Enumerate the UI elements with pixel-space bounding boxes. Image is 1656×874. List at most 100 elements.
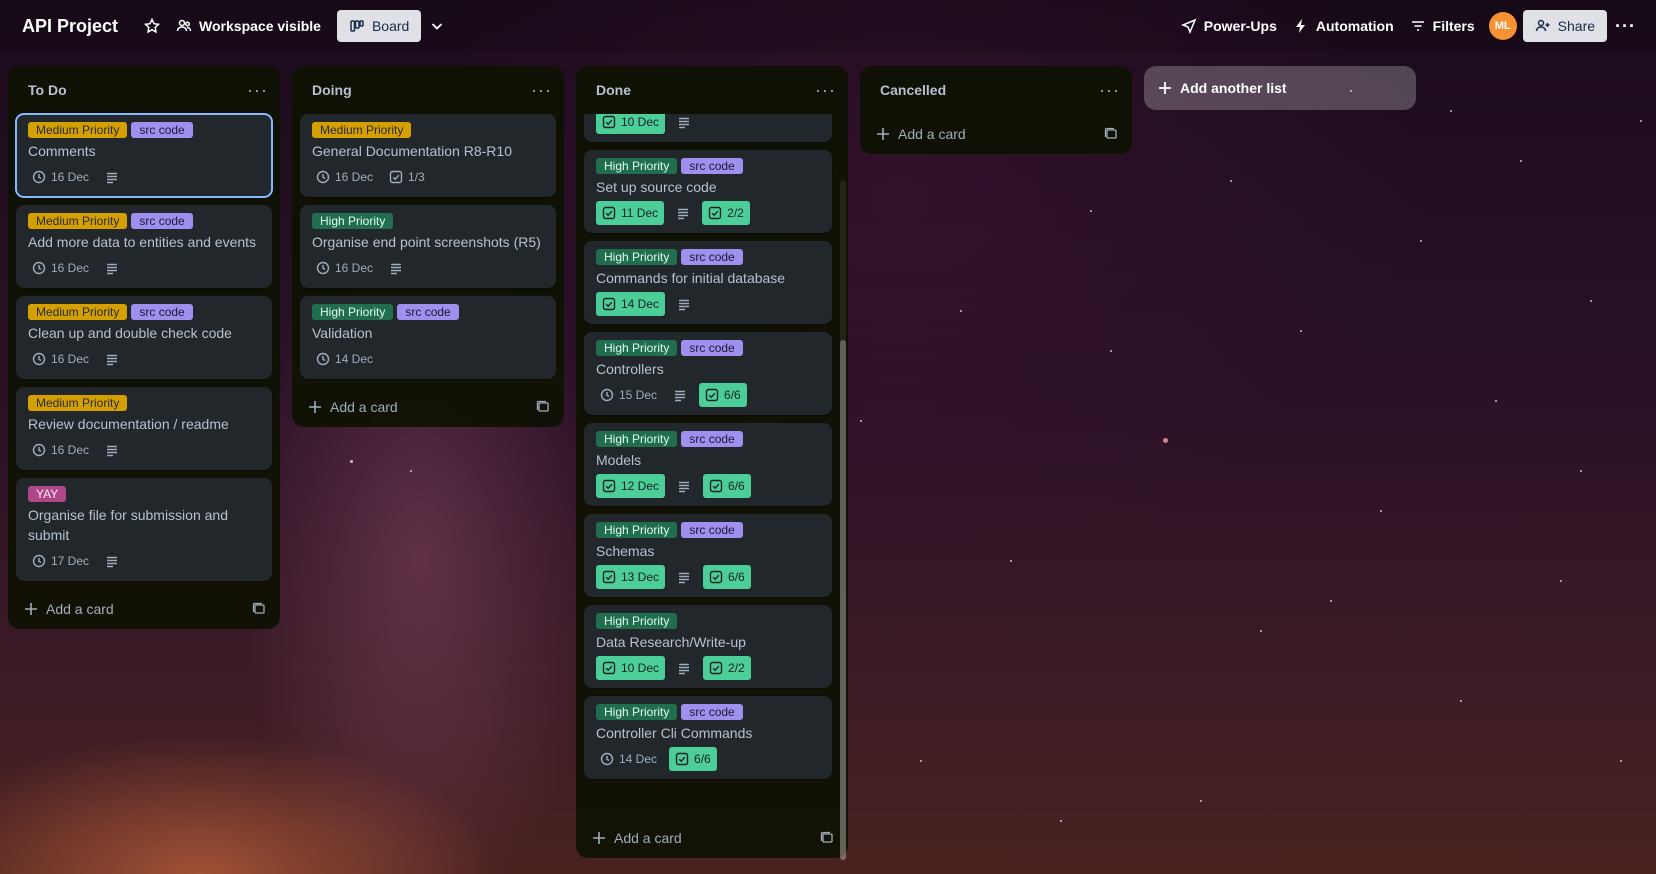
avatar[interactable]: ML <box>1488 12 1517 40</box>
card-label[interactable]: High Priority <box>312 304 394 320</box>
card[interactable]: High Priority src code Models 12 Dec 6/6 <box>584 423 832 506</box>
due-date-badge[interactable]: 17 Dec <box>28 549 93 573</box>
card[interactable]: High Priority src code Controllers 15 Dec 6/… <box>584 332 832 415</box>
power-ups-label: Power-Ups <box>1203 18 1277 34</box>
add-card-button[interactable]: Add a card <box>8 589 280 629</box>
add-list-button[interactable]: Add another list <box>1144 66 1416 110</box>
card-label[interactable]: src code <box>131 122 193 138</box>
due-date-text: 10 Dec <box>621 115 660 129</box>
card-label[interactable]: src code <box>131 213 193 229</box>
due-date-badge[interactable]: 14 Dec <box>312 347 377 371</box>
card[interactable]: Medium Priority General Documentation R8-… <box>300 114 556 197</box>
card[interactable]: High Priority src code Commands for initia… <box>584 241 832 324</box>
card-badges: 12 Dec 6/6 <box>596 474 820 498</box>
due-date-text: 16 Dec <box>51 170 90 184</box>
card-label[interactable]: High Priority <box>312 213 394 229</box>
card-label[interactable]: Medium Priority <box>28 213 128 229</box>
card-labels: High Priority <box>596 613 820 629</box>
list-title[interactable]: Cancelled <box>880 82 946 98</box>
scrollbar-thumb[interactable] <box>840 340 846 860</box>
list-menu-icon[interactable]: ··· <box>531 81 552 99</box>
card-title: Schemas <box>596 543 655 559</box>
board-view-button[interactable]: Board <box>336 10 422 42</box>
view-switcher-button[interactable] <box>421 10 453 42</box>
due-date-badge[interactable]: 16 Dec <box>28 165 93 189</box>
template-icon[interactable] <box>820 831 834 845</box>
card-label[interactable]: src code <box>397 304 459 320</box>
card-label[interactable]: Medium Priority <box>312 122 412 138</box>
checklist-icon <box>602 479 616 493</box>
due-date-text: 17 Dec <box>51 554 90 568</box>
due-date-badge[interactable]: 16 Dec <box>312 256 377 280</box>
board-view-label: Board <box>371 18 410 34</box>
due-date-badge[interactable]: 14 Dec <box>596 292 666 316</box>
list-title[interactable]: To Do <box>28 82 67 98</box>
list-menu-icon[interactable]: ··· <box>1099 81 1120 99</box>
card[interactable]: Medium Priority src code Add more data to … <box>16 205 272 288</box>
card-label[interactable]: src code <box>681 158 743 174</box>
due-date-badge[interactable]: 16 Dec <box>312 165 377 189</box>
due-date-badge[interactable]: 10 Dec <box>596 656 666 680</box>
workspace-visibility-button[interactable]: Workspace visible <box>168 10 329 42</box>
list-menu-icon[interactable]: ··· <box>815 81 836 99</box>
template-icon[interactable] <box>1104 127 1118 141</box>
template-icon[interactable] <box>536 400 550 414</box>
power-ups-button[interactable]: Power-Ups <box>1173 10 1285 42</box>
card-label[interactable]: src code <box>681 431 743 447</box>
board-menu-button[interactable]: ··· <box>1607 10 1644 42</box>
due-date-badge[interactable]: 11 Dec <box>596 201 665 225</box>
card-label[interactable]: High Priority <box>596 522 678 538</box>
card[interactable]: High Priority Organise end point screensh… <box>300 205 556 288</box>
card-label[interactable]: Medium Priority <box>28 304 128 320</box>
card-label[interactable]: Medium Priority <box>28 395 128 411</box>
filters-button[interactable]: Filters <box>1402 10 1483 42</box>
due-date-badge[interactable]: 10 Dec <box>596 114 666 134</box>
card[interactable]: High Priority src code Set up source code 1… <box>584 150 832 233</box>
due-date-badge[interactable]: 16 Dec <box>28 256 93 280</box>
due-date-badge[interactable]: 12 Dec <box>596 474 666 498</box>
card-label[interactable]: High Priority <box>596 249 678 265</box>
card-title: Data Research/Write-up <box>596 634 746 650</box>
card-label[interactable]: YAY <box>28 486 67 502</box>
board-title[interactable]: API Project <box>22 16 118 37</box>
scrollbar[interactable] <box>840 180 846 860</box>
card[interactable]: High Priority src code Schemas 13 Dec 6/6 <box>584 514 832 597</box>
add-card-button[interactable]: Add a card <box>860 114 1132 154</box>
card[interactable]: Medium Priority src code Comments 16 Dec <box>15 113 273 198</box>
card-label[interactable]: src code <box>681 249 743 265</box>
clock-icon <box>32 554 46 568</box>
list-menu-icon[interactable]: ··· <box>247 81 268 99</box>
card-title: Validation <box>312 325 373 341</box>
due-date-badge[interactable]: 13 Dec <box>596 565 666 589</box>
card[interactable]: High Priority src code Controller Cli Comm… <box>584 696 832 779</box>
add-card-button[interactable]: Add a card <box>576 818 848 858</box>
card-label[interactable]: High Priority <box>596 613 678 629</box>
card-label[interactable]: Medium Priority <box>28 122 128 138</box>
card[interactable]: Medium Priority src code Clean up and doub… <box>16 296 272 379</box>
card-label[interactable]: src code <box>131 304 193 320</box>
card[interactable]: High Priority Data Research/Write-up 10 De… <box>584 605 832 688</box>
list-title[interactable]: Doing <box>312 82 352 98</box>
card[interactable]: YAY Organise file for submission and subm… <box>16 478 272 581</box>
card[interactable]: Database Model10 Dec <box>584 114 832 142</box>
due-date-badge[interactable]: 14 Dec <box>596 747 661 771</box>
list-title[interactable]: Done <box>596 82 631 98</box>
card[interactable]: Medium Priority Review documentation / re… <box>16 387 272 470</box>
due-date-badge[interactable]: 16 Dec <box>28 438 93 462</box>
share-button[interactable]: Share <box>1522 10 1608 42</box>
card-label[interactable]: src code <box>681 704 743 720</box>
card-label[interactable]: High Priority <box>596 431 678 447</box>
add-card-button[interactable]: Add a card <box>292 387 564 427</box>
card-label[interactable]: High Priority <box>596 340 678 356</box>
card-label[interactable]: src code <box>681 522 743 538</box>
due-date-badge[interactable]: 15 Dec <box>596 383 661 407</box>
card-label[interactable]: src code <box>681 340 743 356</box>
automation-button[interactable]: Automation <box>1285 10 1402 42</box>
card-label[interactable]: High Priority <box>596 158 678 174</box>
card[interactable]: High Priority src code Validation 14 Dec <box>300 296 556 379</box>
star-button[interactable] <box>136 10 168 42</box>
due-date-badge[interactable]: 16 Dec <box>28 347 93 371</box>
card-label[interactable]: High Priority <box>596 704 678 720</box>
template-icon[interactable] <box>252 602 266 616</box>
card-labels: Medium Priority src code <box>28 122 260 138</box>
